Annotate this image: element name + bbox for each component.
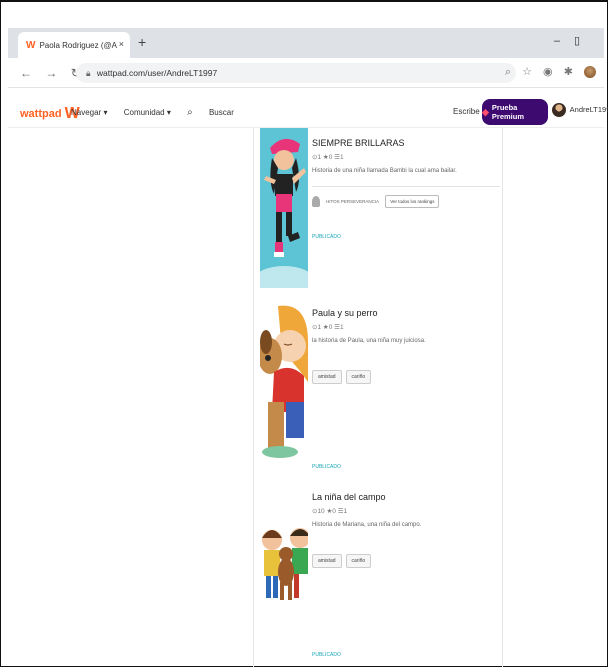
user-menu[interactable]: AndreLT1997 ▾ xyxy=(552,103,608,117)
wattpad-favicon-icon: W xyxy=(26,39,36,51)
premium-button[interactable]: ◆ Prueba Premium xyxy=(482,99,548,125)
story-title[interactable]: Paula y su perro xyxy=(312,308,500,318)
status-badge: PUBLICADO xyxy=(312,652,341,658)
story-tags: amistad cariño xyxy=(312,370,500,384)
wattpad-logo-text: wattpad xyxy=(20,108,62,120)
window-controls: –▯ xyxy=(554,34,594,47)
address-actions: ⌕ ☆ ◉ ✱ xyxy=(497,65,596,79)
tag-chip[interactable]: amistad xyxy=(312,554,342,568)
tag-chip[interactable]: cariño xyxy=(345,554,372,568)
tag-chip[interactable]: amistad xyxy=(312,370,342,384)
forward-icon[interactable]: → xyxy=(45,66,57,80)
nav-comunidad[interactable]: Comunidad ▾ xyxy=(124,108,171,117)
status-badge: PUBLICADO xyxy=(312,234,341,240)
minimize-icon[interactable]: – xyxy=(554,35,574,47)
extension-icon[interactable]: ◉ xyxy=(543,66,553,78)
wattpad-header: wattpad W Navegar ▾ Comunidad ▾ ⌕ Buscar… xyxy=(8,96,608,128)
browser-tab-bar: W Paola Rodriguez (@AndreLT1997 × + –▯ xyxy=(8,28,604,58)
stories-column: SIEMPRE BRILLARAS ⊙1 ★0 ☰1 Historia de u… xyxy=(253,128,503,667)
divider xyxy=(312,186,500,187)
dancing-girl-cover xyxy=(260,128,308,288)
ribbon-icon xyxy=(312,196,320,207)
url-text: wattpad.com/user/AndreLT1997 xyxy=(96,68,218,78)
story-stats: ⊙1 ★0 ☰1 xyxy=(312,154,344,161)
zoom-icon[interactable]: ⌕ xyxy=(505,66,511,78)
girl-and-dog-cover xyxy=(260,302,308,462)
search-icon: ⌕ xyxy=(187,107,193,118)
restore-icon[interactable]: ▯ xyxy=(574,35,594,47)
story-stats: ⊙1 ★0 ☰1 xyxy=(312,324,344,331)
tag-chip[interactable]: cariño xyxy=(345,370,372,384)
wattpad-nav: Navegar ▾ Comunidad ▾ ⌕ Buscar xyxy=(71,107,262,118)
lock-icon: 🔒︎ xyxy=(86,68,91,78)
story-description: Historia de Mariana, una niña del campo. xyxy=(312,522,422,528)
nav-navegar[interactable]: Navegar ▾ xyxy=(71,108,107,117)
new-tab-button[interactable]: + xyxy=(138,34,146,50)
status-badge: PUBLICADO xyxy=(312,464,341,470)
url-input[interactable]: 🔒︎ wattpad.com/user/AndreLT1997 xyxy=(76,63,516,83)
story-tags: amistad cariño xyxy=(312,554,500,568)
story-info: Paula y su perro ⊙1 ★0 ☰1 la historia de… xyxy=(312,308,500,384)
user-avatar xyxy=(552,103,566,117)
escribe-menu[interactable]: Escribe ▾ xyxy=(453,107,486,116)
story-title[interactable]: La niña del campo xyxy=(312,492,500,502)
story-cover[interactable] xyxy=(260,128,308,288)
story-description: la historia de Paula, una niña muy juici… xyxy=(312,338,426,344)
tab-title: Paola Rodriguez (@AndreLT1997 xyxy=(39,40,117,50)
tab-close-icon[interactable]: × xyxy=(119,39,124,49)
bookmark-star-icon[interactable]: ☆ xyxy=(522,66,532,78)
profile-avatar[interactable] xyxy=(584,66,596,79)
diamond-icon: ◆ xyxy=(482,106,489,117)
country-kids-cover xyxy=(260,502,308,652)
ranking-row: HITOS PERSEVERANCIA Ver todos los rankin… xyxy=(312,195,500,208)
ranking-label: HITOS PERSEVERANCIA xyxy=(326,199,380,204)
username: AndreLT1997 ▾ xyxy=(569,104,608,114)
view-rankings-button[interactable]: Ver todos los rankings xyxy=(385,195,440,208)
nav-buscar[interactable]: ⌕ Buscar xyxy=(187,107,248,118)
browser-tab[interactable]: W Paola Rodriguez (@AndreLT1997 × xyxy=(18,32,130,58)
buscar-label: Buscar xyxy=(208,108,234,117)
story-cover[interactable] xyxy=(260,302,308,462)
address-bar: ← → ↻ 🔒︎ wattpad.com/user/AndreLT1997 ⌕ … xyxy=(8,58,604,88)
story-info: SIEMPRE BRILLARAS ⊙1 ★0 ☰1 Historia de u… xyxy=(312,138,500,208)
story-info: La niña del campo ⊙10 ★0 ☰1 Historia de … xyxy=(312,492,500,568)
puzzle-icon[interactable]: ✱ xyxy=(564,66,573,78)
premium-label: Prueba Premium xyxy=(491,103,525,121)
story-description: Historia de una niña llamada Bambi la cu… xyxy=(312,168,457,174)
story-cover[interactable] xyxy=(260,502,308,652)
story-stats: ⊙10 ★0 ☰1 xyxy=(312,508,348,515)
back-icon[interactable]: ← xyxy=(20,66,32,80)
story-title[interactable]: SIEMPRE BRILLARAS xyxy=(312,138,500,148)
